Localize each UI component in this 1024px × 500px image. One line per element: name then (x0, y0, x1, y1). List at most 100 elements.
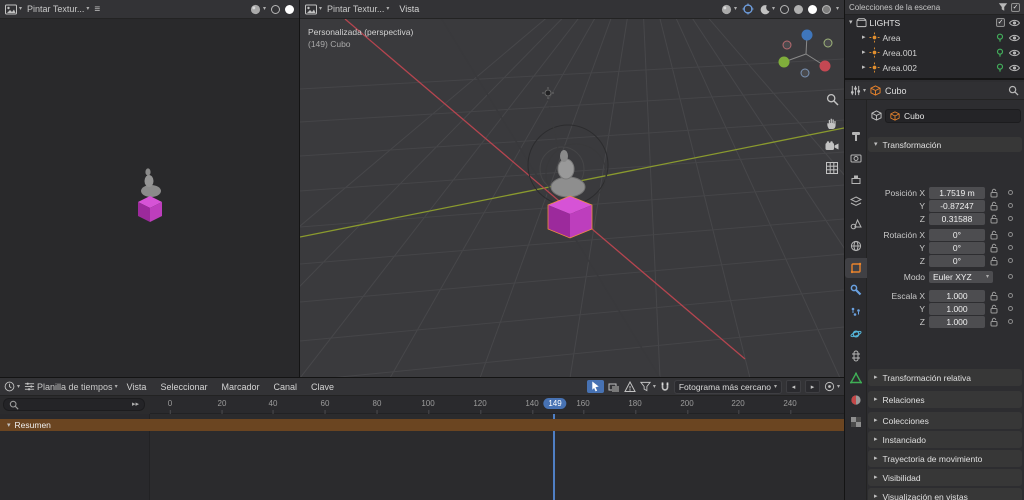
zoom-icon[interactable] (826, 93, 839, 106)
rotation-y-field[interactable]: 0° (929, 242, 985, 254)
menu-canal[interactable]: Canal (268, 381, 302, 393)
tab-output[interactable] (845, 170, 867, 190)
section-delta-transform[interactable]: ▸Transformación relativa (868, 369, 1022, 386)
lock-icon[interactable] (990, 304, 998, 314)
filter-dropdown[interactable]: ▾ (640, 381, 656, 392)
channel-search-input[interactable]: ▸▸ (3, 398, 145, 411)
editor-type-button[interactable]: ▾ (4, 381, 20, 392)
move-view-hand-icon[interactable] (826, 117, 838, 130)
show-hidden-icon[interactable] (624, 381, 636, 393)
menu-seleccionar[interactable]: Seleccionar (155, 381, 212, 393)
menu-vista[interactable]: Vista (394, 3, 424, 15)
axis-ball-x[interactable] (820, 61, 831, 72)
mode-dropdown[interactable]: Pintar Textur... ▾ (327, 4, 389, 14)
editor-type-button[interactable]: ▾ (5, 4, 22, 15)
scale-y-field[interactable]: 1.000 (929, 303, 985, 315)
navigation-gizmo[interactable] (778, 26, 838, 82)
lock-icon[interactable] (990, 201, 998, 211)
outliner-item-area002[interactable]: ▸ Area.002 (845, 60, 1024, 75)
main-viewport-scene[interactable] (300, 19, 844, 377)
section-relations[interactable]: ▸Relaciones (868, 391, 1022, 408)
light-data-icon[interactable] (995, 47, 1005, 58)
mode-dropdown[interactable]: Pintar Textur... ▾ (27, 4, 89, 14)
outliner-item-area[interactable]: ▸ Area (845, 30, 1024, 45)
tab-object[interactable] (845, 258, 867, 278)
section-instancing[interactable]: ▸Instanciado (868, 431, 1022, 448)
animate-decorator[interactable] (1008, 245, 1013, 250)
lock-icon[interactable] (990, 256, 998, 266)
copy-keyframes-button[interactable]: ◂ (786, 380, 801, 393)
paste-keyframes-button[interactable]: ▸ (805, 380, 820, 393)
section-collections[interactable]: ▸Colecciones (868, 412, 1022, 429)
timeline-channels-area[interactable]: ▾ Resumen (0, 414, 844, 500)
animate-decorator[interactable] (1008, 293, 1013, 298)
menu-marcador[interactable]: Marcador (216, 381, 264, 393)
position-z-field[interactable]: 0.31588 (929, 213, 985, 225)
editor-type-button[interactable]: ▾ (850, 85, 866, 96)
matcap-dropdown[interactable]: ▾ (250, 4, 266, 15)
tab-physics[interactable] (845, 324, 867, 344)
scale-x-field[interactable]: 1.000 (929, 290, 985, 302)
search-icon[interactable] (1008, 85, 1019, 96)
proportional-edit-dropdown[interactable]: ▾ (824, 381, 840, 392)
animate-decorator[interactable] (1008, 258, 1013, 263)
outliner-item-area001[interactable]: ▸ Area.001 (845, 45, 1024, 60)
tab-constraints[interactable] (845, 346, 867, 366)
animate-decorator[interactable] (1008, 306, 1013, 311)
position-y-field[interactable]: -0.87247 (929, 200, 985, 212)
axis-ball-z[interactable] (802, 30, 813, 41)
disclosure-triangle-icon[interactable]: ▸ (862, 34, 866, 41)
shading-wireframe-icon[interactable] (780, 5, 789, 14)
only-selected-icon[interactable] (608, 381, 620, 393)
section-visibility[interactable]: ▸Visibilidad (868, 469, 1022, 486)
rotation-z-field[interactable]: 0° (929, 255, 985, 267)
tab-object-data[interactable] (845, 368, 867, 388)
lock-icon[interactable] (990, 317, 998, 327)
summary-channel-row[interactable]: ▾ Resumen (0, 419, 844, 431)
axis-ball-neg-x[interactable] (783, 41, 791, 49)
search-options-icon[interactable]: ▸▸ (132, 401, 139, 408)
shading-rendered-icon[interactable] (822, 5, 831, 14)
lock-icon[interactable] (990, 243, 998, 253)
shading-solid-icon[interactable] (285, 5, 294, 14)
disclosure-triangle-icon[interactable]: ▸ (862, 49, 866, 56)
lock-icon[interactable] (990, 230, 998, 240)
disclosure-triangle-icon[interactable]: ▾ (7, 422, 11, 429)
section-motion-paths[interactable]: ▸Trayectoria de movimiento (868, 450, 1022, 467)
lock-icon[interactable] (990, 291, 998, 301)
section-transform[interactable]: ▾ Transformación (868, 137, 1022, 152)
animate-decorator[interactable] (1008, 274, 1013, 279)
disclosure-triangle-icon[interactable]: ▸ (862, 64, 866, 71)
cube-object[interactable] (548, 196, 592, 238)
axis-ball-y[interactable] (779, 57, 790, 68)
filter-icon[interactable] (998, 2, 1008, 12)
rotation-x-field[interactable]: 0° (929, 229, 985, 241)
axis-ball-neg-z[interactable] (801, 69, 809, 77)
animate-decorator[interactable] (1008, 190, 1013, 195)
matcap-dropdown[interactable]: ▾ (721, 4, 737, 15)
rotation-mode-dropdown[interactable]: Euler XYZ ▾ (929, 271, 993, 283)
animate-decorator[interactable] (1008, 203, 1013, 208)
outliner-filter-checkbox[interactable]: ✓ (1011, 3, 1020, 12)
select-tool-button[interactable] (587, 380, 604, 393)
current-frame-indicator[interactable]: 149 (543, 398, 566, 409)
lock-icon[interactable] (990, 188, 998, 198)
gizmos-toggle-icon[interactable] (742, 3, 754, 15)
object-name-field[interactable]: Cubo (885, 109, 1021, 123)
tab-modifiers[interactable] (845, 280, 867, 300)
tab-texture[interactable] (845, 412, 867, 432)
animate-decorator[interactable] (1008, 232, 1013, 237)
shading-wire-icon[interactable] (271, 5, 280, 14)
collapsed-menu-icon[interactable]: ≡ (94, 4, 100, 15)
axis-ball-neg-y[interactable] (824, 39, 832, 47)
magnet-snap-icon[interactable] (660, 381, 670, 393)
tab-particles[interactable] (845, 302, 867, 322)
menu-vista[interactable]: Vista (122, 381, 152, 393)
toggle-ortho-grid-icon[interactable] (826, 162, 838, 174)
eye-icon[interactable] (1009, 34, 1020, 42)
shading-solid-icon[interactable] (794, 5, 803, 14)
animate-decorator[interactable] (1008, 319, 1013, 324)
overlays-dropdown[interactable]: ▾ (759, 4, 775, 15)
eye-icon[interactable] (1009, 64, 1020, 72)
camera-view-icon[interactable] (825, 141, 839, 151)
